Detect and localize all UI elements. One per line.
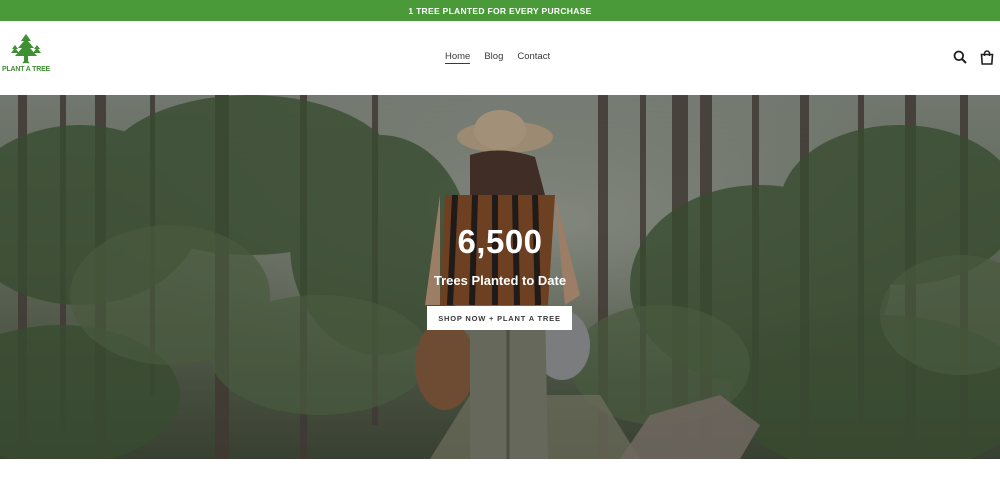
search-icon xyxy=(953,50,967,64)
nav-item-contact[interactable]: Contact xyxy=(517,51,550,64)
hero-subtitle: Trees Planted to Date xyxy=(433,273,567,288)
nav-item-home[interactable]: Home xyxy=(445,51,471,64)
site-header: PLANT A TREE Home Blog Contact xyxy=(0,21,1000,95)
below-hero-area xyxy=(0,459,1000,501)
logo-text: PLANT A TREE xyxy=(1,66,51,73)
announcement-bar: 1 TREE PLANTED FOR EVERY PURCHASE xyxy=(0,0,1000,21)
hero-banner: 6,500 Trees Planted to Date SHOP NOW + P… xyxy=(0,95,1000,459)
site-logo[interactable]: PLANT A TREE xyxy=(0,33,52,79)
hero-content: 6,500 Trees Planted to Date SHOP NOW + P… xyxy=(0,95,1000,459)
main-nav: Home Blog Contact xyxy=(445,51,550,64)
cart-button[interactable] xyxy=(980,50,994,70)
trees-planted-count: 6,500 xyxy=(457,223,543,260)
nav-item-blog[interactable]: Blog xyxy=(484,51,503,64)
tree-logo-icon xyxy=(11,34,41,64)
shop-now-button[interactable]: SHOP NOW + PLANT A TREE xyxy=(427,306,572,330)
search-button[interactable] xyxy=(953,50,967,69)
announcement-text: 1 TREE PLANTED FOR EVERY PURCHASE xyxy=(408,5,592,16)
cart-icon xyxy=(980,50,994,65)
